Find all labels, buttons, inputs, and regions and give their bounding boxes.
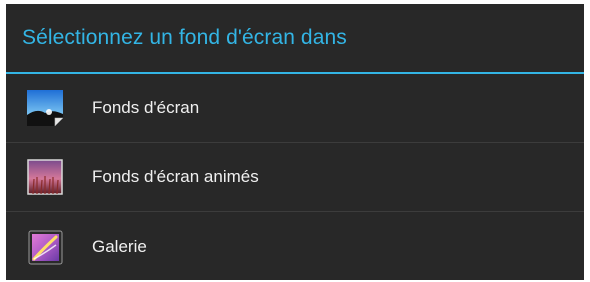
list-item-label: Fonds d'écran [92,98,200,117]
wallpaper-source-list: Fonds d'écran Fonds d'écran animés Galer… [6,74,584,280]
list-item-label: Galerie [92,236,147,256]
dialog-title: Sélectionnez un fond d'écran dans [22,26,347,49]
list-item-live-wallpapers[interactable]: Fonds d'écran animés [6,143,584,212]
live-wallpapers-icon [24,156,66,198]
dialog-title-bar: Sélectionnez un fond d'écran dans [6,4,584,74]
list-item-gallery[interactable]: Galerie [6,212,584,280]
list-item-wallpapers[interactable]: Fonds d'écran [6,74,584,143]
list-item-label: Fonds d'écran animés [92,167,259,186]
wallpaper-chooser-dialog: Sélectionnez un fond d'écran dans Fonds … [6,4,584,280]
wallpapers-icon [24,87,66,129]
gallery-icon [24,226,66,268]
